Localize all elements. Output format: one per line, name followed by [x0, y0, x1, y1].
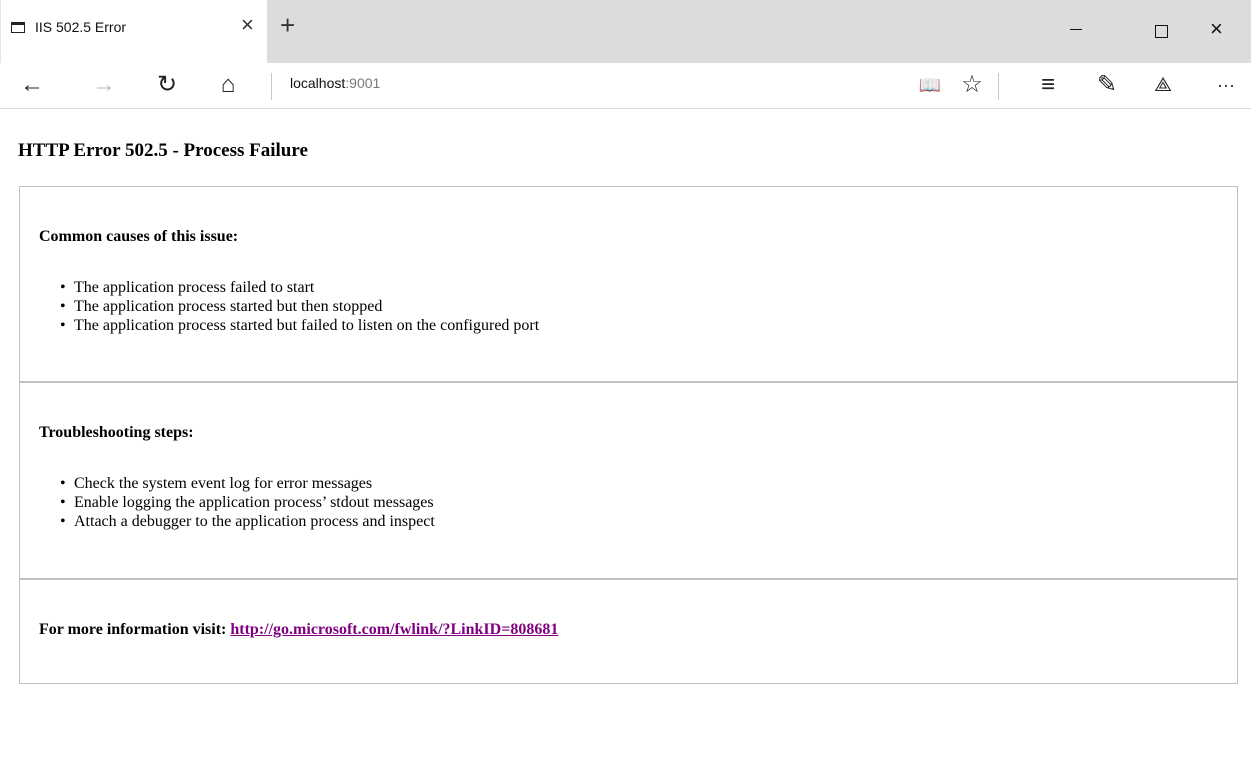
address-bar[interactable]: localhost:9001 — [290, 75, 380, 91]
divider — [998, 73, 999, 100]
maximize-button[interactable] — [1155, 25, 1168, 38]
fwlink-link[interactable]: http://go.microsoft.com/fwlink/?LinkID=8… — [230, 621, 558, 638]
more-info-label: For more information visit: — [39, 621, 227, 638]
hub-icon[interactable]: ≡ — [1030, 67, 1066, 103]
list-item: Attach a debugger to the application pro… — [60, 512, 435, 531]
more-info-panel: For more information visit: http://go.mi… — [19, 579, 1238, 684]
page-icon — [11, 22, 25, 33]
troubleshooting-panel: Troubleshooting steps: Check the system … — [19, 382, 1238, 579]
web-note-icon[interactable]: ✎ — [1089, 67, 1125, 103]
troubleshooting-list: Check the system event log for error mes… — [40, 474, 435, 531]
page-content: HTTP Error 502.5 - Process Failure Commo… — [0, 109, 1251, 760]
browser-tab[interactable]: IIS 502.5 Error × — [0, 0, 267, 63]
causes-list: The application process failed to start … — [40, 278, 539, 335]
causes-panel: Common causes of this issue: The applica… — [19, 186, 1238, 382]
list-item: The application process started but then… — [60, 297, 539, 316]
new-tab-button[interactable]: + — [280, 12, 295, 38]
list-item: The application process failed to start — [60, 278, 539, 297]
divider — [271, 73, 272, 100]
more-icon[interactable]: ··· — [1208, 67, 1244, 103]
favorite-star-icon[interactable]: ☆ — [954, 67, 990, 103]
share-icon[interactable]: ⟁ — [1145, 67, 1181, 103]
list-item: The application process started but fail… — [60, 316, 539, 335]
causes-heading: Common causes of this issue: — [39, 228, 239, 245]
back-icon[interactable]: ← — [14, 67, 50, 103]
forward-icon[interactable]: → — [86, 67, 122, 103]
navigation-bar: ← → ↻ ⌂ localhost:9001 📖 ☆ ≡ ✎ ⟁ ··· — [0, 63, 1251, 109]
more-info: For more information visit: http://go.mi… — [39, 621, 558, 639]
address-host: localhost — [290, 75, 346, 91]
refresh-icon[interactable]: ↻ — [149, 67, 185, 103]
address-port: :9001 — [345, 75, 381, 91]
troubleshooting-heading: Troubleshooting steps: — [39, 424, 194, 441]
reading-view-icon[interactable]: 📖 — [912, 67, 948, 103]
page-title: HTTP Error 502.5 - Process Failure — [18, 140, 308, 161]
close-tab-button[interactable]: × — [241, 14, 254, 36]
list-item: Check the system event log for error mes… — [60, 474, 435, 493]
list-item: Enable logging the application process’ … — [60, 493, 435, 512]
close-window-button[interactable]: × — [1210, 18, 1223, 40]
home-icon[interactable]: ⌂ — [210, 67, 246, 103]
tab-strip: IIS 502.5 Error × + × — [0, 0, 1251, 63]
tab-title: IIS 502.5 Error — [35, 19, 127, 35]
